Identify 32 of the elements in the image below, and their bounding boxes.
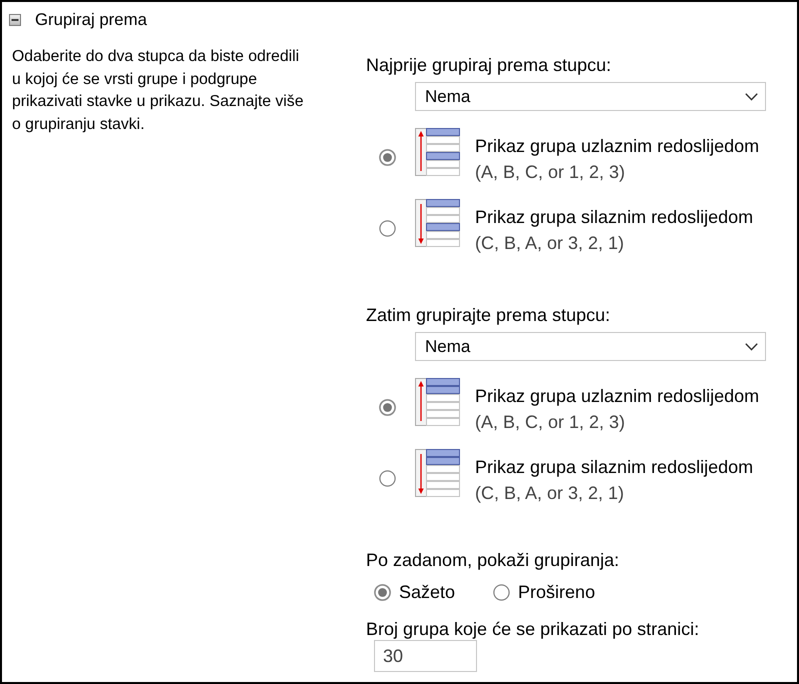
field-label: Broj grupa koje će se prikazati po stranici:: [366, 619, 700, 639]
option-label: Prikaz grupa silaznim redoslijedom: [475, 456, 754, 479]
dropdown[interactable]: Nema: [415, 82, 766, 111]
field-label: Po zadanom, pokaži grupiranja:: [366, 550, 620, 570]
table-up-arrow-icon: [415, 378, 460, 426]
input-field[interactable]: 30: [374, 640, 477, 672]
radio-button[interactable]: [493, 584, 510, 600]
radio-button[interactable]: [379, 220, 396, 237]
radio-button[interactable]: [374, 584, 391, 600]
chevron-down-icon: [745, 92, 758, 100]
radio-label: Prošireno: [518, 582, 596, 602]
option-hint: (C, B, A, or 3, 2, 1): [475, 232, 624, 255]
table-down-arrow-icon: [415, 449, 460, 497]
chevron-down-icon: [745, 342, 758, 350]
field-label: Zatim grupirajte prema stupcu:: [366, 305, 612, 325]
table-up-arrow-icon: [415, 128, 460, 176]
description-text: Odaberite do dva stupca da biste odredili u kojoj će se vrsti grupe i podgrupe prikazivati stavke u prikazu. Saznajte više o grupiranju stavki.: [12, 47, 304, 135]
field-label: Najprije grupiraj prema stupcu:: [366, 55, 612, 75]
option-label: Prikaz grupa silaznim redoslijedom: [475, 206, 754, 229]
minus-box-icon[interactable]: [9, 14, 21, 26]
radio-label: Sažeto: [399, 582, 456, 602]
radio-button[interactable]: [379, 399, 396, 416]
option-hint: (A, B, C, or 1, 2, 3): [475, 161, 626, 184]
option-hint: (A, B, C, or 1, 2, 3): [475, 411, 626, 434]
dropdown[interactable]: Nema: [415, 332, 766, 361]
option-label: Prikaz grupa uzlaznim redoslijedom: [475, 385, 760, 408]
table-down-arrow-icon: [415, 199, 460, 247]
radio-button[interactable]: [379, 470, 396, 487]
radio-button[interactable]: [379, 149, 396, 166]
option-label: Prikaz grupa uzlaznim redoslijedom: [475, 135, 760, 158]
section-title: Grupiraj prema: [35, 11, 147, 29]
option-hint: (C, B, A, or 3, 2, 1): [475, 482, 624, 505]
